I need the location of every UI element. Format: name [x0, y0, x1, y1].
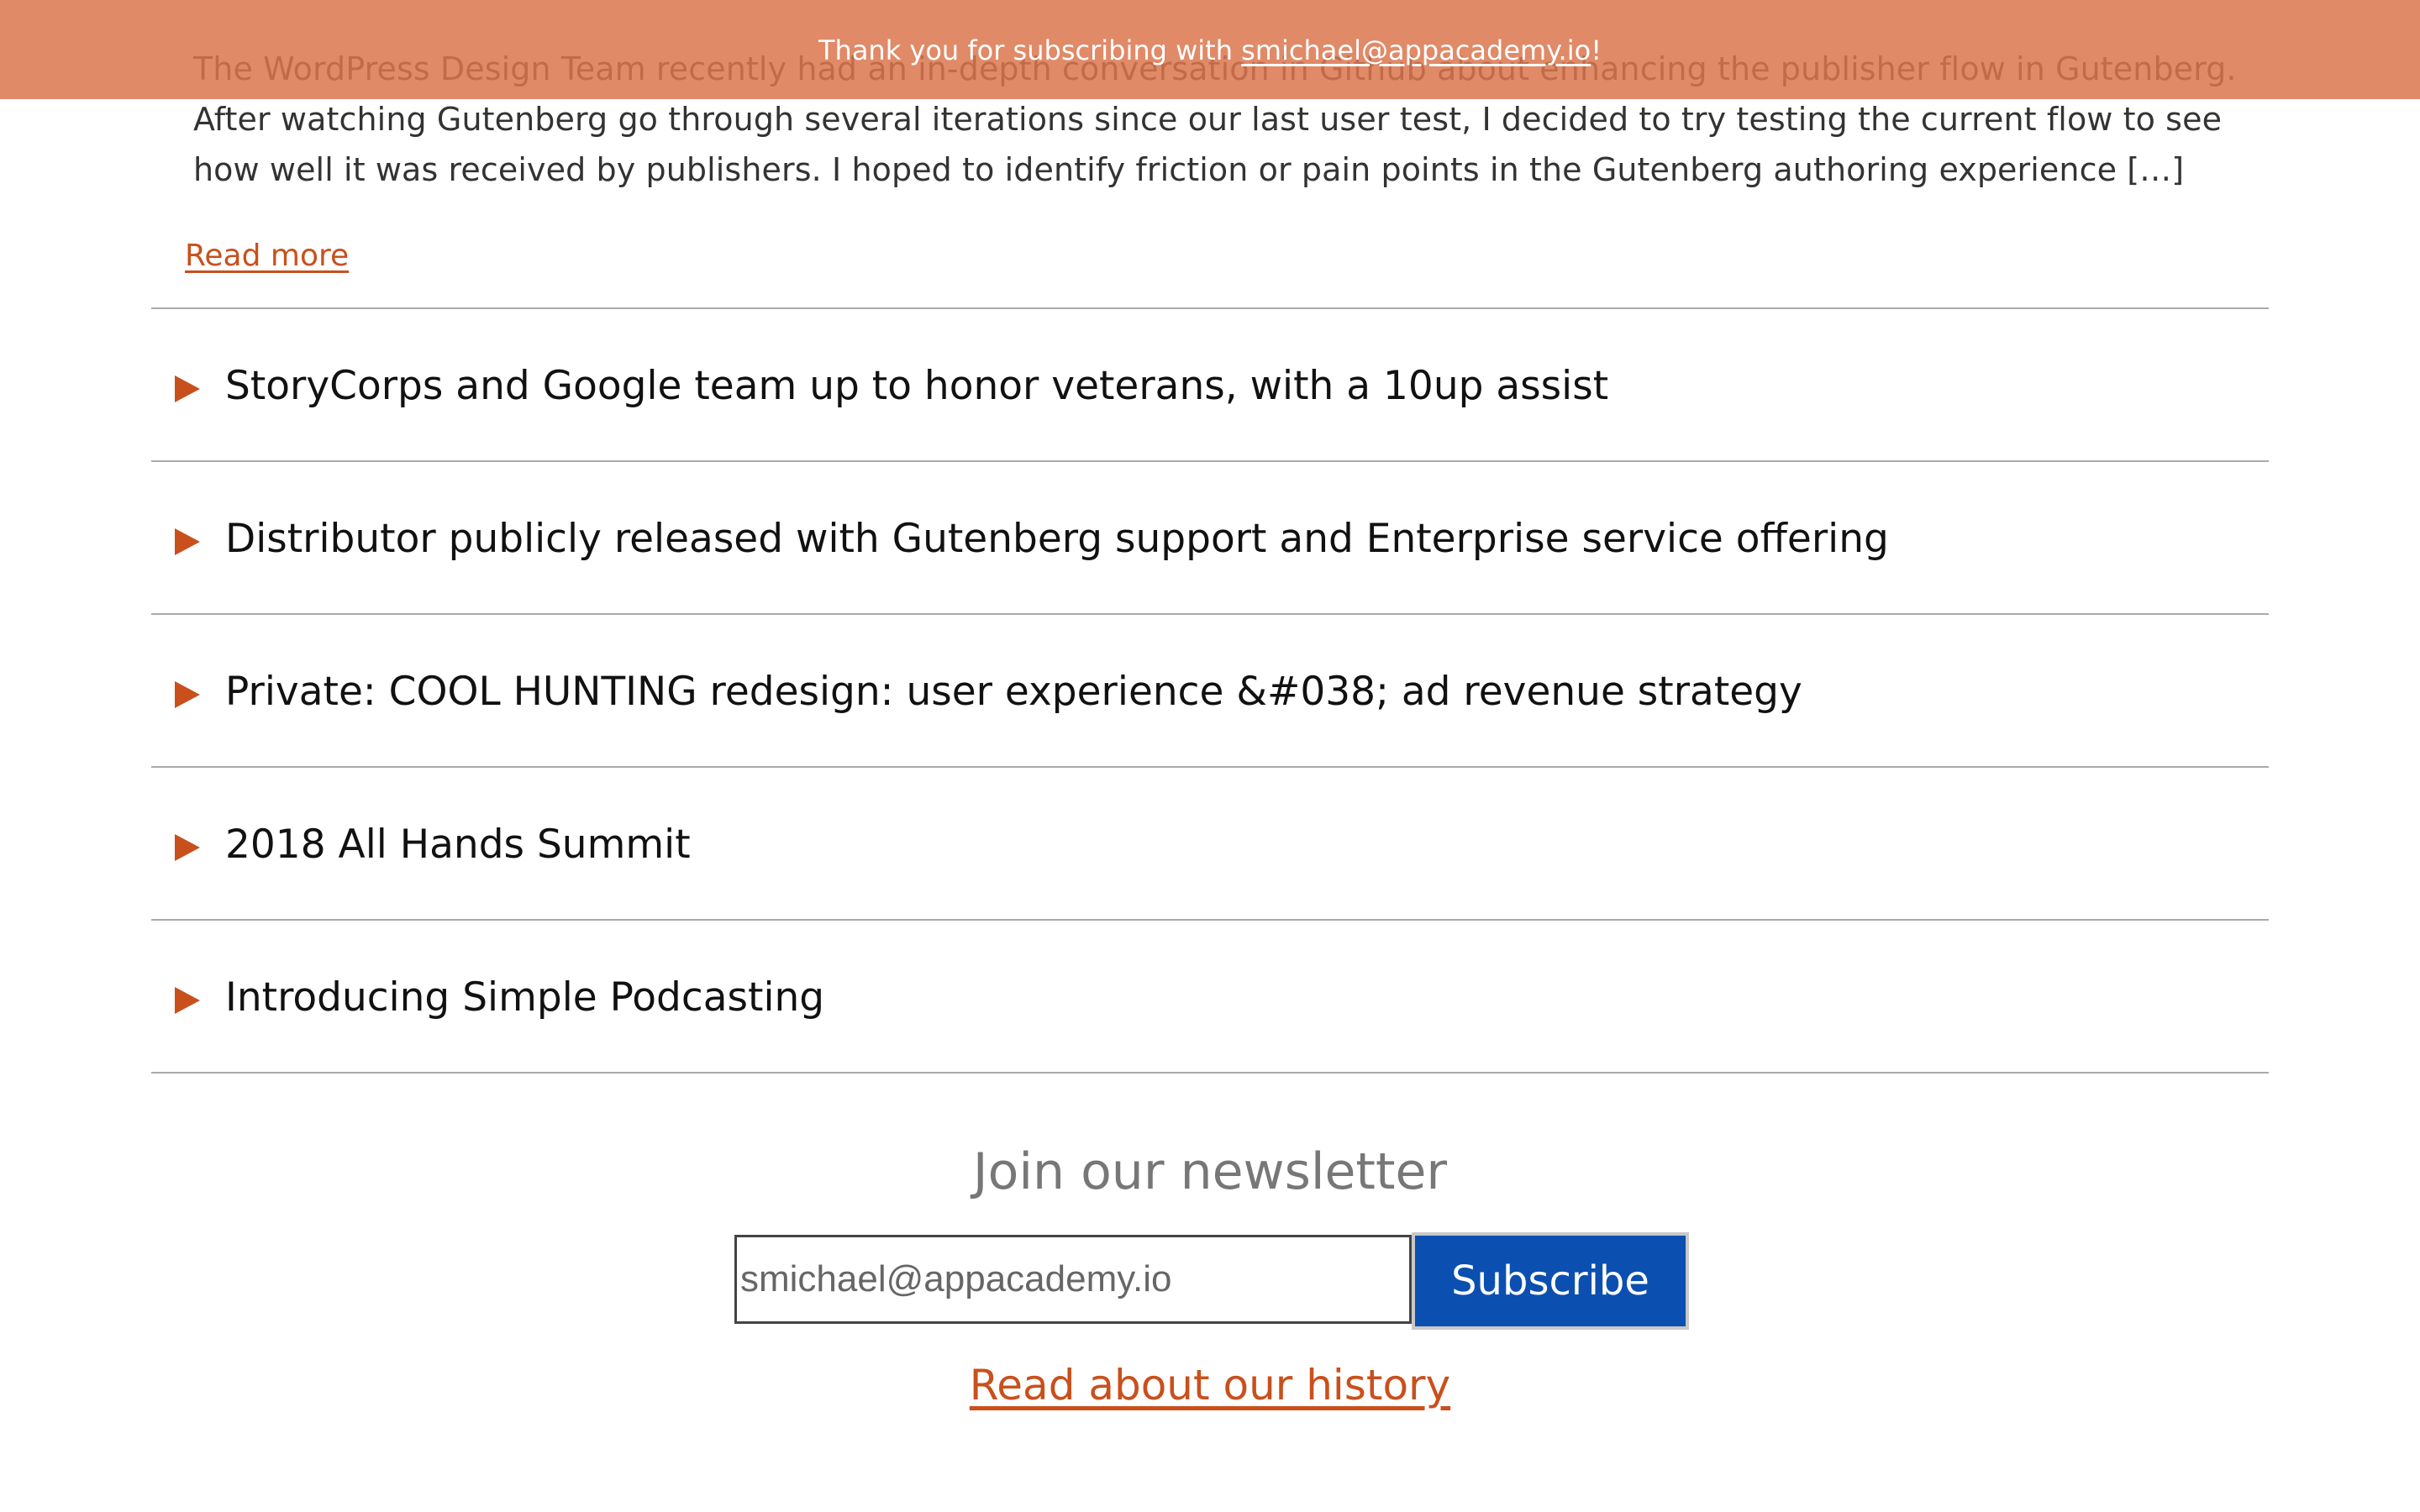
caret-right-icon — [175, 987, 200, 1014]
read-more-link[interactable]: Read more — [185, 234, 349, 278]
post-title: StoryCorps and Google team up to honor v… — [225, 363, 1609, 409]
history-link-wrapper: Read about our history — [0, 1356, 2420, 1415]
caret-right-icon — [175, 375, 200, 402]
post-item[interactable]: Distributor publicly released with Guten… — [151, 462, 2269, 615]
caret-right-icon — [175, 528, 200, 555]
post-title: Introducing Simple Podcasting — [225, 974, 825, 1021]
post-list: StoryCorps and Google team up to honor v… — [151, 307, 2269, 1074]
post-title: 2018 All Hands Summit — [225, 822, 691, 868]
subscribe-button[interactable]: Subscribe — [1412, 1232, 1689, 1330]
notice-prefix: Thank you for subscribing with — [818, 34, 1242, 66]
post-item[interactable]: StoryCorps and Google team up to honor v… — [151, 309, 2269, 462]
post-title: Distributor publicly released with Guten… — [225, 516, 1889, 562]
newsletter-email-input[interactable] — [734, 1235, 1412, 1324]
notice-suffix: ! — [1591, 34, 1602, 66]
newsletter-title: Join our newsletter — [972, 1142, 1448, 1201]
post-item[interactable]: Introducing Simple Podcasting — [151, 921, 2269, 1074]
post-item[interactable]: 2018 All Hands Summit — [151, 768, 2269, 921]
history-link[interactable]: Read about our history — [970, 1361, 1450, 1410]
caret-right-icon — [175, 834, 200, 861]
page: The WordPress Design Team recently had a… — [0, 0, 2420, 1512]
post-title: Private: COOL HUNTING redesign: user exp… — [225, 669, 1802, 715]
notice-email-link[interactable]: smichael@appacademy.io — [1241, 34, 1591, 66]
post-item[interactable]: Private: COOL HUNTING redesign: user exp… — [151, 615, 2269, 768]
notice-text: Thank you for subscribing with smichael@… — [0, 30, 2420, 71]
subscription-notice: Thank you for subscribing with smichael@… — [0, 0, 2420, 99]
caret-right-icon — [175, 681, 200, 708]
